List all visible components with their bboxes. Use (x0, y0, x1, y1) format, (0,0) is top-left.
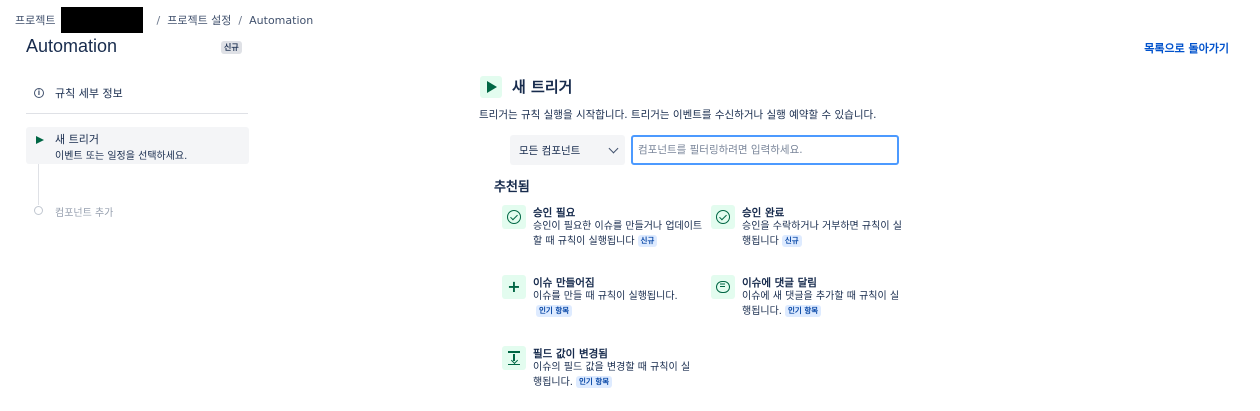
plus-icon: + (502, 275, 526, 299)
trigger-card-approval-required[interactable]: 승인 필요 승인이 필요한 이슈를 만들거나 업데이트할 때 규칙이 실행됩니다… (502, 205, 712, 255)
step-new-trigger-subtitle: 이벤트 또는 일정을 선택하세요. (55, 151, 188, 162)
trigger-card-desc: 이슈에 새 댓글을 추가할 때 규칙이 실행됩니다. 인기 항목 (742, 291, 900, 317)
trigger-card-desc: 승인을 수락하거나 거부하면 규칙이 실행됩니다 신규 (742, 221, 902, 247)
step-add-component: 컴포넌트 추가 (55, 208, 114, 219)
new-badge: 신규 (221, 41, 242, 54)
step-connector-line (38, 164, 39, 205)
component-filter-input[interactable] (631, 135, 899, 165)
field-change-icon (502, 346, 526, 370)
new-badge: 신규 (637, 235, 658, 247)
new-badge: 신규 (781, 235, 802, 247)
redacted-project-name[interactable] (61, 7, 144, 33)
step-new-trigger[interactable]: 새 트리거 이벤트 또는 일정을 선택하세요. (26, 127, 249, 164)
trigger-card-title: 승인 필요 (533, 207, 576, 219)
trigger-card-field-changed[interactable]: 필드 값이 변경됨 이슈의 필드 값을 변경할 때 규칙이 실행됩니다. 인기 항… (502, 346, 712, 396)
breadcrumb-project-settings[interactable]: 프로젝트 설정 (167, 12, 231, 28)
page-title: Automation (26, 36, 118, 56)
check-circle-icon (711, 205, 735, 229)
play-icon (36, 136, 44, 144)
breadcrumb-separator: / (238, 13, 243, 27)
component-filter-select-value: 모든 컴포넌트 (519, 144, 581, 157)
step-new-trigger-title: 새 트리거 (55, 133, 99, 146)
info-icon: i (34, 88, 44, 98)
breadcrumb-automation[interactable]: Automation (249, 14, 313, 27)
trigger-card-approval-completed[interactable]: 승인 완료 승인을 수락하거나 거부하면 규칙이 실행됩니다 신규 (711, 205, 921, 255)
trigger-card-desc: 이슈의 필드 값을 변경할 때 규칙이 실행됩니다. 인기 항목 (533, 362, 691, 388)
check-circle-icon (502, 205, 526, 229)
component-filter-select[interactable]: 모든 컴포넌트 (510, 135, 625, 165)
trigger-card-desc: 승인이 필요한 이슈를 만들거나 업데이트할 때 규칙이 실행됩니다 신규 (533, 221, 703, 247)
breadcrumb-separator: / (156, 13, 161, 27)
step-dot-icon (34, 206, 43, 215)
trigger-card-title: 이슈에 댓글 달림 (742, 277, 817, 289)
main-description: 트리거는 규칙 실행을 시작합니다. 트리거는 이벤트를 수신하거나 실행 예약… (479, 109, 877, 121)
comment-icon (711, 275, 735, 299)
step-rule-details-label: 규칙 세부 정보 (55, 87, 123, 100)
trigger-card-title: 승인 완료 (742, 207, 785, 219)
main-title: 새 트리거 (512, 78, 573, 96)
trigger-card-issue-created[interactable]: + 이슈 만들어짐 이슈를 만들 때 규칙이 실행됩니다. 인기 항목 (502, 275, 712, 325)
trigger-card-desc: 이슈를 만들 때 규칙이 실행됩니다. 인기 항목 (533, 291, 678, 317)
breadcrumb-project[interactable]: 프로젝트 (15, 12, 55, 28)
popular-badge: 인기 항목 (536, 305, 573, 317)
chevron-down-icon (608, 143, 619, 154)
popular-badge: 인기 항목 (784, 305, 822, 317)
step-divider (26, 113, 248, 114)
popular-badge: 인기 항목 (575, 376, 613, 388)
trigger-card-title: 이슈 만들어짐 (533, 277, 595, 289)
back-to-list-link[interactable]: 목록으로 돌아가기 (1144, 40, 1229, 56)
trigger-play-icon (480, 76, 502, 98)
trigger-card-issue-commented[interactable]: 이슈에 댓글 달림 이슈에 새 댓글을 추가할 때 규칙이 실행됩니다. 인기 항… (711, 275, 921, 325)
trigger-card-title: 필드 값이 변경됨 (533, 348, 608, 360)
recommended-heading: 추천됨 (494, 180, 530, 195)
breadcrumb: 프로젝트 / 프로젝트 설정 / Automation (15, 7, 313, 33)
step-rule-details[interactable]: i 규칙 세부 정보 (26, 82, 248, 104)
